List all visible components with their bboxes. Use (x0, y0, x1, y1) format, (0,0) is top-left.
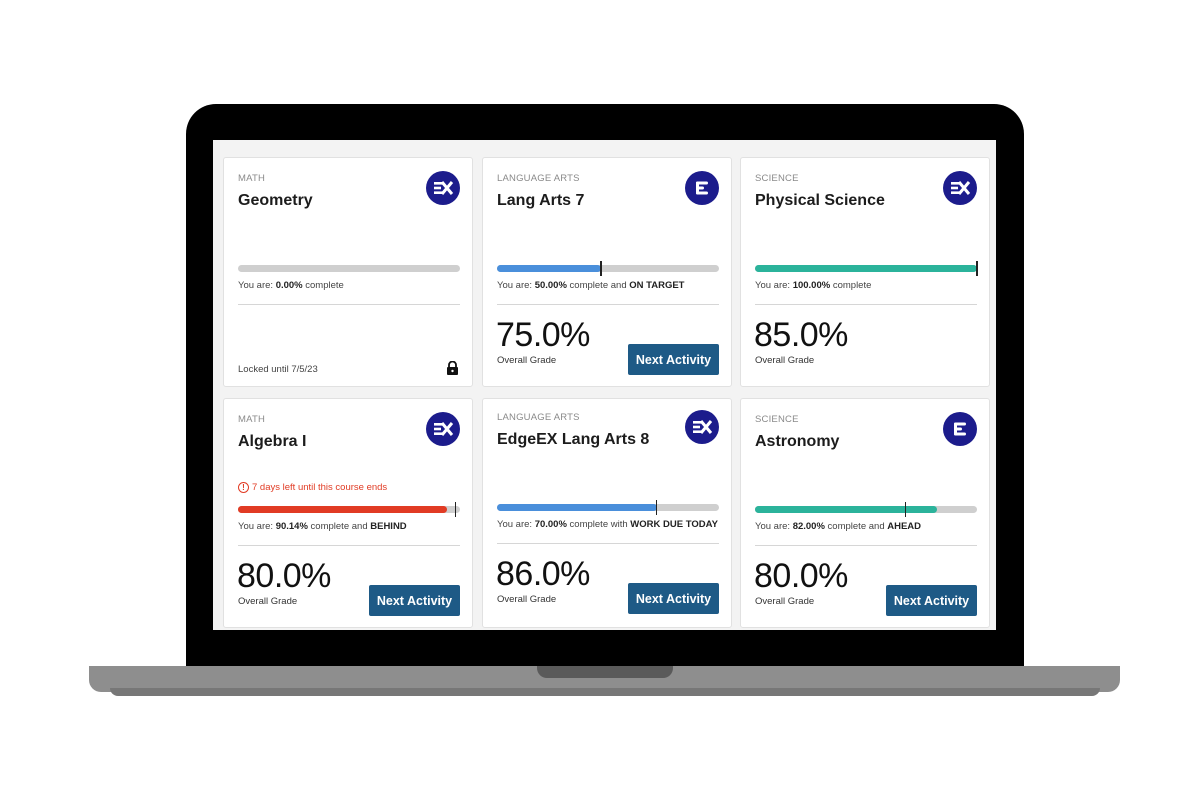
overall-grade-label: Overall Grade (755, 355, 815, 366)
target-marker (976, 261, 978, 276)
status-mid: complete and (307, 521, 371, 532)
target-marker (904, 502, 907, 517)
progress-bar (755, 261, 978, 276)
course-card-astronomy[interactable]: SCIENCE Astronomy You are: 82.00% comple… (740, 398, 990, 628)
status-percent: 100.00% (792, 280, 831, 291)
progress-fill (497, 265, 602, 272)
progress-bar (238, 502, 460, 517)
locked-text: Locked until 7/5/23 (238, 364, 318, 375)
status-mid: complete with (566, 519, 631, 530)
progress-bar (497, 500, 719, 515)
target-marker (655, 500, 658, 515)
status-tag: BEHIND (370, 521, 407, 532)
course-title: Astronomy (755, 433, 840, 450)
progress-status: You are: 100.00% complete (755, 280, 871, 291)
status-mid: complete (830, 280, 872, 291)
course-subject: SCIENCE (755, 414, 799, 425)
progress-status: You are: 0.00% complete (238, 280, 344, 291)
progress-bar (497, 261, 719, 276)
status-mid: complete and (566, 280, 630, 291)
progress-bar (755, 502, 977, 517)
course-subject: MATH (238, 173, 266, 184)
warning-text: 7 days left until this course ends (252, 482, 388, 493)
status-prefix: You are: (755, 280, 793, 291)
ex-icon (426, 171, 460, 205)
status-prefix: You are: (238, 521, 276, 532)
lock-icon (447, 361, 458, 375)
divider (238, 304, 460, 305)
divider (497, 304, 719, 305)
course-title: Geometry (238, 192, 313, 209)
status-percent: 90.14% (275, 521, 308, 532)
next-activity-button[interactable]: Next Activity (886, 585, 977, 616)
laptop-base-shadow (110, 688, 1100, 696)
status-mid: complete (302, 280, 344, 291)
status-prefix: You are: (497, 280, 535, 291)
status-mid: complete and (824, 521, 888, 532)
target-marker (454, 502, 457, 517)
course-card-lang-arts-7[interactable]: LANGUAGE ARTS Lang Arts 7 You are: 50.00… (482, 157, 732, 387)
course-title: Physical Science (755, 192, 885, 209)
course-subject: LANGUAGE ARTS (497, 173, 580, 184)
e-icon (943, 412, 977, 446)
status-prefix: You are: (497, 519, 535, 530)
course-title: EdgeEX Lang Arts 8 (497, 431, 650, 448)
progress-status: You are: 50.00% complete and ON TARGET (497, 280, 685, 291)
target-marker (600, 261, 602, 276)
progress-fill (755, 506, 938, 513)
status-tag: WORK DUE TODAY (630, 519, 718, 530)
progress-fill (497, 504, 657, 511)
overall-grade-label: Overall Grade (497, 594, 557, 605)
screen: MATH Geometry You are: 0.00% complete Lo… (213, 140, 996, 630)
course-title: Algebra I (238, 433, 307, 450)
overall-grade-value: 86.0% (496, 555, 590, 593)
course-subject: LANGUAGE ARTS (497, 412, 580, 423)
divider (755, 545, 977, 546)
progress-status: You are: 82.00% complete and AHEAD (755, 521, 921, 532)
status-percent: 82.00% (792, 521, 825, 532)
laptop-notch (537, 666, 673, 678)
course-card-geometry[interactable]: MATH Geometry You are: 0.00% complete Lo… (223, 157, 473, 387)
next-activity-button[interactable]: Next Activity (628, 344, 719, 375)
overall-grade-label: Overall Grade (238, 596, 298, 607)
overall-grade-value: 80.0% (754, 557, 848, 595)
divider (755, 304, 977, 305)
overall-grade-label: Overall Grade (755, 596, 815, 607)
next-activity-button[interactable]: Next Activity (628, 583, 719, 614)
status-prefix: You are: (238, 280, 276, 291)
progress-fill (755, 265, 977, 272)
ex-icon (426, 412, 460, 446)
status-prefix: You are: (755, 521, 793, 532)
e-icon (685, 171, 719, 205)
status-percent: 70.00% (534, 519, 567, 530)
ex-icon (943, 171, 977, 205)
divider (497, 543, 719, 544)
course-subject: SCIENCE (755, 173, 799, 184)
alert-icon: ! (238, 482, 249, 493)
progress-bar (238, 265, 460, 272)
course-card-physical-science[interactable]: SCIENCE Physical Science You are: 100.00… (740, 157, 990, 387)
course-title: Lang Arts 7 (497, 192, 585, 209)
ex-icon (685, 410, 719, 444)
next-activity-button[interactable]: Next Activity (369, 585, 460, 616)
status-percent: 0.00% (275, 280, 303, 291)
status-tag: AHEAD (887, 521, 922, 532)
course-card-edgeex-lang-arts-8[interactable]: LANGUAGE ARTS EdgeEX Lang Arts 8 You are… (482, 398, 732, 628)
overall-grade-value: 75.0% (496, 316, 590, 354)
progress-fill (238, 506, 447, 513)
overall-grade-label: Overall Grade (497, 355, 557, 366)
overall-grade-value: 80.0% (237, 557, 331, 595)
status-tag: ON TARGET (629, 280, 685, 291)
status-percent: 50.00% (534, 280, 567, 291)
progress-status: You are: 70.00% complete with WORK DUE T… (497, 519, 718, 530)
progress-status: You are: 90.14% complete and BEHIND (238, 521, 407, 532)
overall-grade-value: 85.0% (754, 316, 848, 354)
divider (238, 545, 460, 546)
deadline-warning: ! 7 days left until this course ends (238, 482, 387, 493)
course-subject: MATH (238, 414, 266, 425)
course-card-algebra-i[interactable]: MATH Algebra I ! 7 days left until this c… (223, 398, 473, 628)
